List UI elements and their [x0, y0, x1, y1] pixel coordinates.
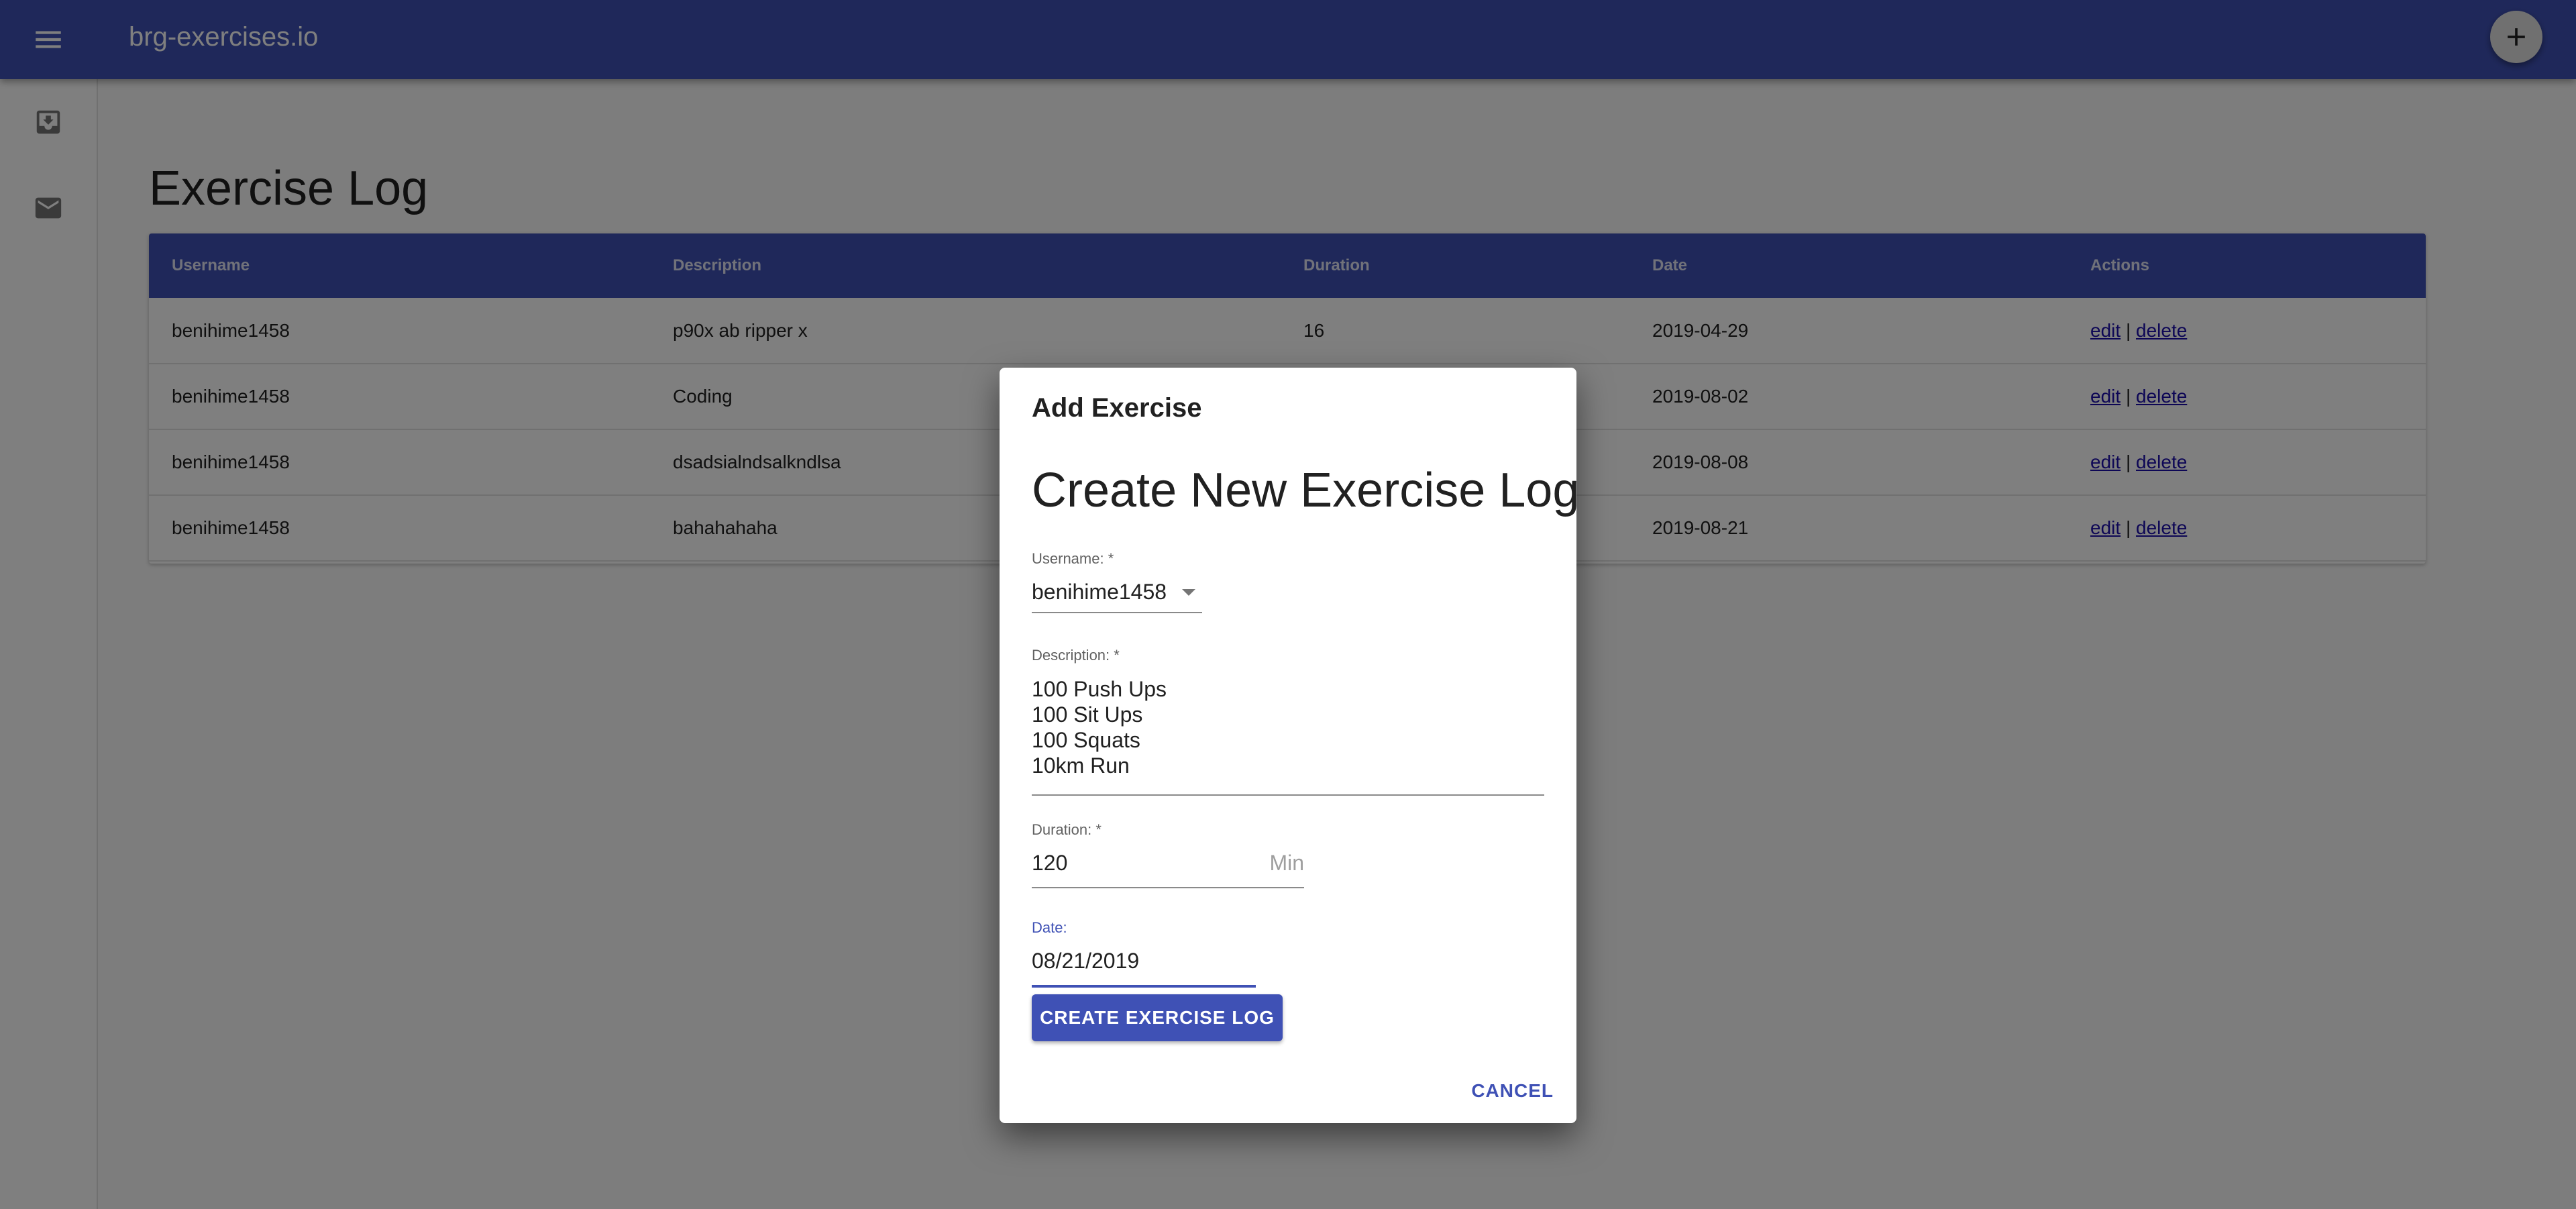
username-label: Username: * — [1032, 550, 1114, 567]
create-exercise-log-button[interactable]: CREATE EXERCISE LOG — [1032, 994, 1283, 1041]
dialog-title: Add Exercise — [1032, 393, 1202, 423]
description-textarea[interactable]: 100 Push Ups 100 Sit Ups 100 Squats 10km… — [1032, 676, 1544, 796]
form-heading: Create New Exercise Log — [1032, 464, 1580, 517]
username-select[interactable]: benihime1458 — [1032, 577, 1202, 613]
description-line: 100 Sit Ups — [1032, 702, 1143, 727]
date-value: 08/21/2019 — [1032, 949, 1140, 973]
cancel-button[interactable]: CANCEL — [1462, 1075, 1563, 1107]
description-line: 100 Squats — [1032, 728, 1140, 752]
description-line: 100 Push Ups — [1032, 677, 1167, 701]
add-exercise-dialog: Add Exercise Create New Exercise Log Use… — [1000, 368, 1580, 1123]
duration-unit: Min — [1269, 851, 1304, 875]
date-label: Date: — [1032, 919, 1067, 936]
date-input[interactable]: 08/21/2019 — [1032, 946, 1256, 988]
duration-input[interactable]: 120 Min — [1032, 848, 1304, 888]
duration-value: 120 — [1032, 851, 1068, 875]
username-select-value: benihime1458 — [1032, 580, 1167, 604]
dropdown-arrow-icon — [1182, 589, 1195, 596]
description-label: Description: * — [1032, 647, 1120, 664]
duration-label: Duration: * — [1032, 821, 1102, 838]
description-line: 10km Run — [1032, 753, 1130, 778]
